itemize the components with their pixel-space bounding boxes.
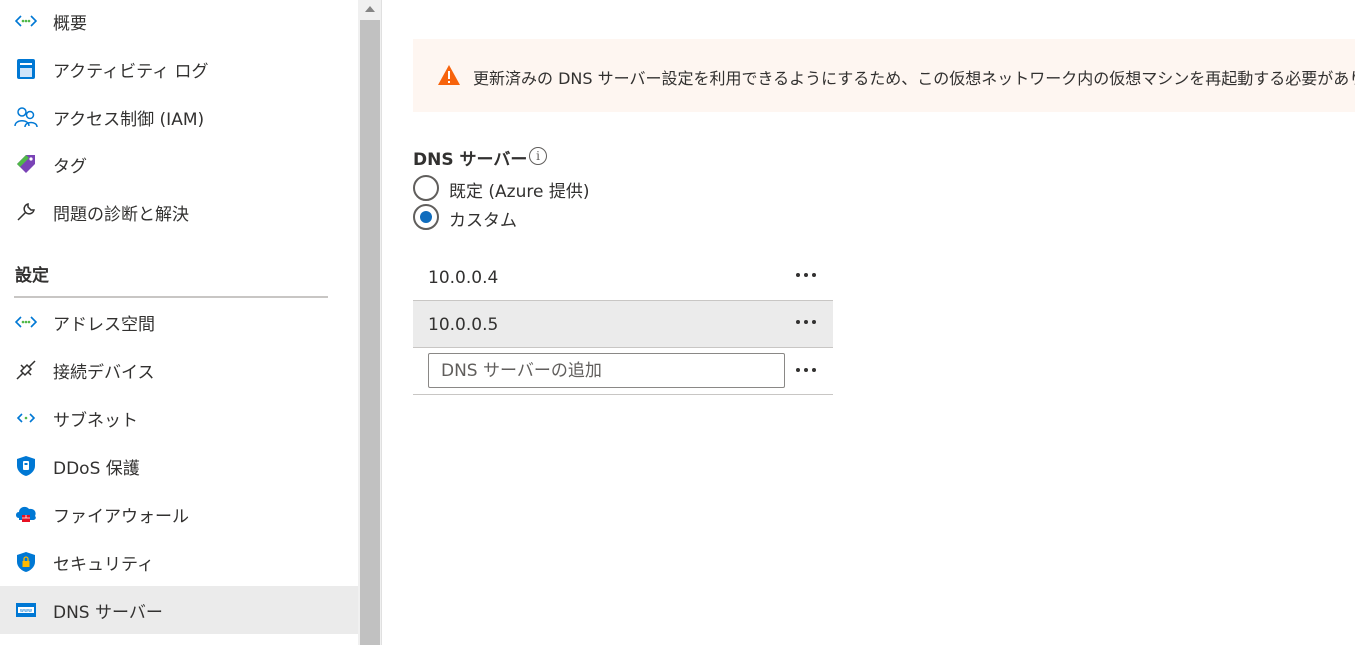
dns-server-value: 10.0.0.5 xyxy=(428,315,499,335)
sidebar-item-overview[interactable]: 概要 xyxy=(0,0,358,45)
ddos-shield-icon xyxy=(14,454,38,478)
dns-servers-label: DNS サーバー xyxy=(413,150,528,170)
sidebar-item-tags[interactable]: タグ xyxy=(0,140,358,188)
radio-custom[interactable] xyxy=(413,204,439,230)
sidebar: 概要 アクティビティ ログ アクセス制御 (IAM) タグ 問題の診断と解決 設… xyxy=(0,0,358,645)
sidebar-item-label: 概要 xyxy=(53,13,87,34)
sidebar-item-iam[interactable]: アクセス制御 (IAM) xyxy=(0,93,358,141)
radio-default-label[interactable]: 既定 (Azure 提供) xyxy=(449,177,589,202)
dns-row: 10.0.0.4 xyxy=(413,254,833,301)
more-options-icon[interactable] xyxy=(791,260,821,290)
sidebar-item-label: ファイアウォール xyxy=(53,506,189,527)
iam-icon xyxy=(14,105,38,129)
warning-banner: 更新済みの DNS サーバー設定を利用できるようにするため、この仮想ネットワーク… xyxy=(413,39,1355,112)
section-header-settings: 設定 xyxy=(15,266,49,286)
sidebar-item-activity-log[interactable]: アクティビティ ログ xyxy=(0,45,358,93)
vnet-icon xyxy=(14,9,38,33)
sidebar-item-security[interactable]: セキュリティ xyxy=(0,538,358,586)
sidebar-item-address-space[interactable]: アドレス空間 xyxy=(0,298,358,346)
firewall-icon xyxy=(14,502,38,526)
sidebar-item-dns-servers[interactable]: www DNS サーバー xyxy=(0,586,358,634)
scroll-up-arrow-icon[interactable] xyxy=(358,0,382,18)
sidebar-item-connected-devices[interactable]: 接続デバイス xyxy=(0,346,358,394)
radio-default-azure[interactable] xyxy=(413,175,439,201)
sidebar-item-label: DNS サーバー xyxy=(53,602,163,623)
tag-icon xyxy=(14,152,38,176)
sidebar-item-label: 問題の診断と解決 xyxy=(53,204,189,225)
subnet-icon xyxy=(14,406,38,430)
security-shield-icon xyxy=(14,550,38,574)
sidebar-item-label: サブネット xyxy=(53,410,138,431)
sidebar-item-label: アクティビティ ログ xyxy=(53,61,209,82)
activity-log-icon xyxy=(14,57,38,81)
main-content: 更新済みの DNS サーバー設定を利用できるようにするため、この仮想ネットワーク… xyxy=(383,0,1355,645)
warning-text: 更新済みの DNS サーバー設定を利用できるようにするため、この仮想ネットワーク… xyxy=(473,69,1355,88)
dns-add-row xyxy=(413,348,833,395)
wrench-icon xyxy=(14,200,38,224)
dns-server-icon: www xyxy=(14,598,38,622)
more-options-icon[interactable] xyxy=(791,355,821,385)
address-space-icon xyxy=(14,310,38,334)
sidebar-scrollbar[interactable] xyxy=(358,0,382,645)
add-dns-server-input[interactable] xyxy=(428,353,785,388)
sidebar-item-label: 接続デバイス xyxy=(53,362,155,383)
more-options-icon[interactable] xyxy=(791,307,821,337)
info-icon[interactable]: i xyxy=(529,147,547,165)
warning-icon xyxy=(437,64,461,86)
sidebar-item-diagnose[interactable]: 問題の診断と解決 xyxy=(0,188,358,236)
sidebar-item-firewall[interactable]: ファイアウォール xyxy=(0,490,358,538)
svg-text:www: www xyxy=(20,608,32,614)
sidebar-item-label: セキュリティ xyxy=(53,554,154,575)
sidebar-item-label: DDoS 保護 xyxy=(53,458,140,479)
dns-server-value: 10.0.0.4 xyxy=(428,268,499,288)
sidebar-item-label: タグ xyxy=(53,156,87,177)
sidebar-item-subnets[interactable]: サブネット xyxy=(0,394,358,442)
dns-row: 10.0.0.5 xyxy=(413,301,833,348)
radio-custom-label[interactable]: カスタム xyxy=(449,206,517,231)
scroll-thumb[interactable] xyxy=(360,20,380,645)
sidebar-item-label: アクセス制御 (IAM) xyxy=(53,109,205,130)
plug-icon xyxy=(14,358,38,382)
sidebar-item-label: アドレス空間 xyxy=(53,314,155,335)
sidebar-item-ddos[interactable]: DDoS 保護 xyxy=(0,442,358,490)
